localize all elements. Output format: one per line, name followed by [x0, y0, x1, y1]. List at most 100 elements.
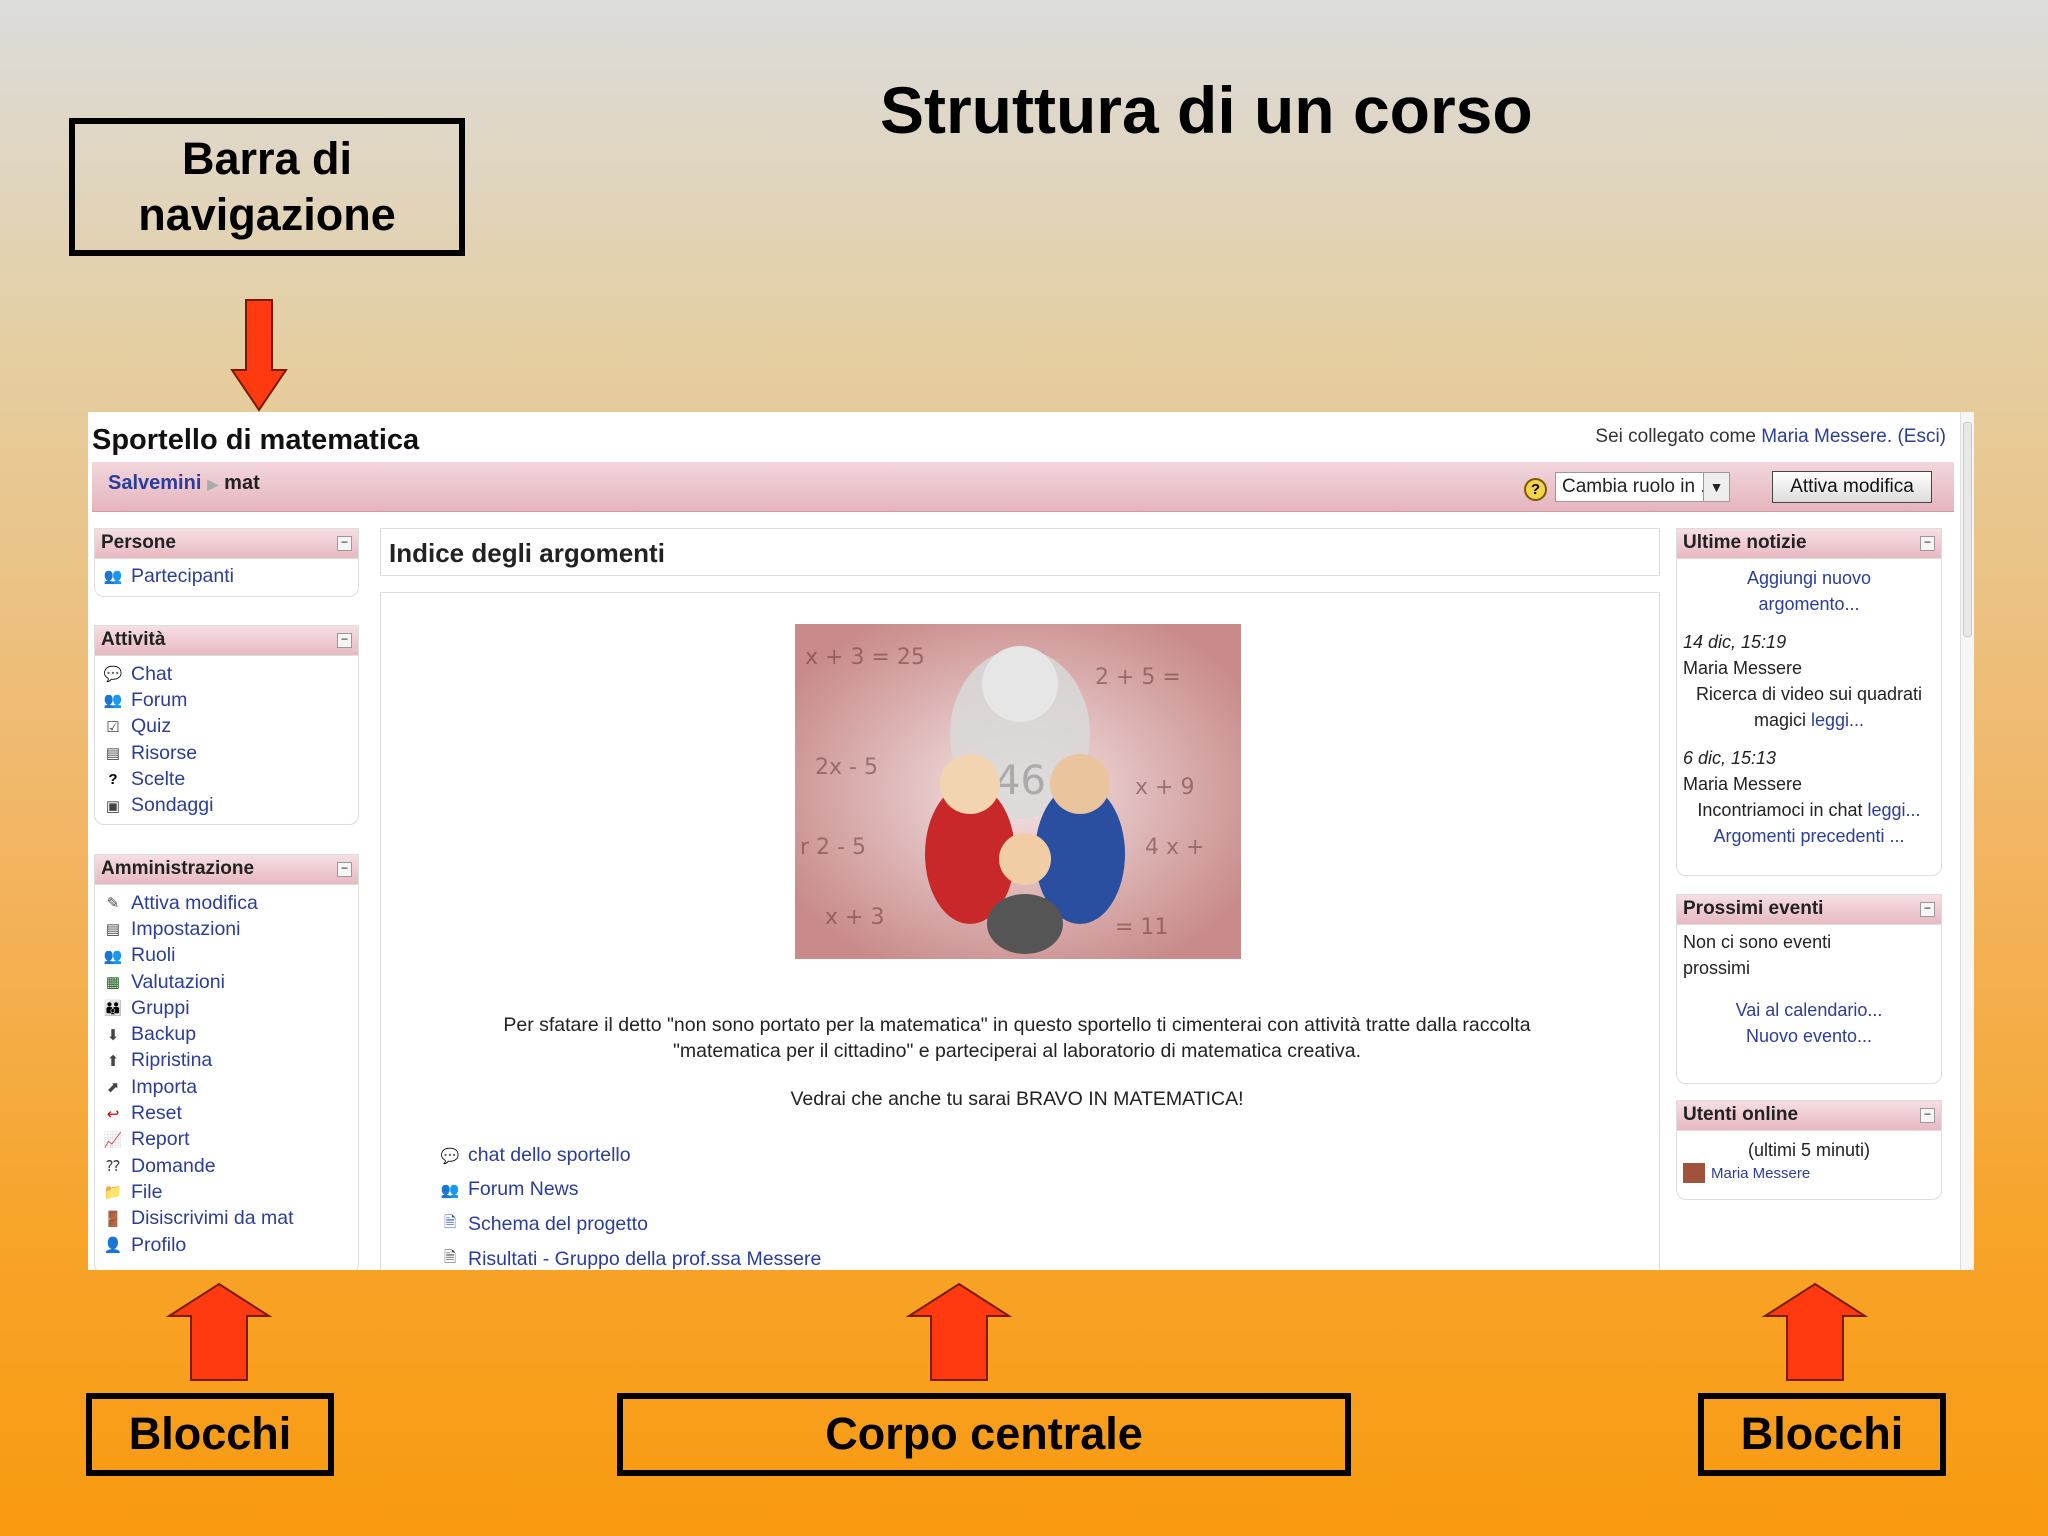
svg-text:2 + 5 =: 2 + 5 = — [1095, 665, 1181, 690]
collapse-icon[interactable]: − — [1920, 536, 1935, 551]
admin-item-importa[interactable]: ⬈ Importa — [95, 1074, 358, 1100]
read-more-link[interactable]: leggi... — [1811, 710, 1864, 730]
page-scrollbar[interactable] — [1960, 412, 1974, 1270]
course-banner-image: x + 3 = 25 2 + 5 = 2x - 5 x + 9 r 2 - 5 4 x… — [795, 624, 1241, 959]
collapse-icon[interactable]: − — [337, 862, 352, 877]
admin-item-gruppi[interactable]: 👪 Gruppi — [95, 995, 358, 1021]
breadcrumb: Salvemini ▶ mat — [108, 472, 260, 495]
login-prefix: Sei collegato come — [1595, 426, 1756, 447]
course-summary: Per sfatare il detto "non sono portato p… — [442, 1012, 1592, 1064]
topic-index-heading: Indice degli argomenti — [380, 528, 1660, 576]
role-select[interactable]: Cambia ruolo in ... ▼ — [1555, 472, 1730, 502]
block-persone: Persone − 👥 Partecipanti — [94, 528, 359, 597]
help-icon[interactable]: ? — [1524, 478, 1547, 501]
activity-item-chat[interactable]: 💬 Chat — [95, 661, 358, 687]
arrow-up-icon — [166, 1282, 272, 1381]
admin-item-impostazioni[interactable]: ▤ Impostazioni — [95, 916, 358, 942]
svg-text:r 2 - 5: r 2 - 5 — [800, 835, 866, 860]
svg-text:46: 46 — [995, 758, 1046, 804]
callout-navigation-bar: Barra di navigazione — [69, 118, 465, 256]
restore-icon: ⬆ — [106, 1052, 120, 1070]
resource-chat-sportello[interactable]: 💬 chat dello sportello — [440, 1144, 631, 1167]
online-user[interactable]: Maria Messere — [1677, 1163, 1941, 1183]
settings-icon: ▤ — [105, 921, 121, 939]
summary-tagline: Vedrai che anche tu sarai BRAVO IN MATEM… — [790, 1088, 1244, 1110]
grades-icon: ▦ — [105, 974, 121, 992]
activity-item-quiz[interactable]: ☑ Quiz — [95, 714, 358, 740]
results-icon: 🗎 — [443, 1249, 457, 1266]
report-icon: 📈 — [103, 1131, 123, 1149]
persone-list: 👥 Partecipanti — [95, 559, 358, 589]
chat-icon: 💬 — [103, 666, 123, 684]
admin-item-ripristina[interactable]: ⬆ Ripristina — [95, 1048, 358, 1074]
quiz-icon: ☑ — [106, 718, 120, 736]
chevron-down-icon[interactable]: ▼ — [1703, 473, 1729, 501]
new-event-link[interactable]: Nuovo evento... — [1746, 1026, 1872, 1046]
news-post-2: 6 dic, 15:13 Maria Messere Incontriamoci… — [1677, 745, 1941, 849]
admin-item-valutazioni[interactable]: ▦ Valutazioni — [95, 969, 358, 995]
events-links: Vai al calendario... Nuovo evento... — [1677, 997, 1941, 1049]
activity-item-forum[interactable]: 👥 Forum — [95, 687, 358, 713]
calendar-link[interactable]: Vai al calendario... — [1736, 1000, 1883, 1020]
collapse-icon[interactable]: − — [337, 536, 352, 551]
collapse-icon[interactable]: − — [1920, 902, 1935, 917]
block-attivita: Attività − 💬 Chat 👥 Forum ☑ Quiz ▤ Risorse ? S… — [94, 625, 359, 825]
slide-title: Struttura di un corso — [880, 73, 1533, 147]
svg-text:4 x +: 4 x + — [1145, 835, 1204, 860]
svg-text:x + 9: x + 9 — [1135, 775, 1194, 800]
questions-icon: ⁇ — [106, 1158, 120, 1176]
arrow-up-icon — [1762, 1282, 1868, 1381]
admin-item-report[interactable]: 📈 Report — [95, 1127, 358, 1153]
admin-item-backup[interactable]: ⬇ Backup — [95, 1021, 358, 1047]
admin-item-ruoli[interactable]: 👥 Ruoli — [95, 943, 358, 969]
callout-blocks-left: Blocchi — [86, 1393, 334, 1476]
read-more-link[interactable]: leggi... — [1868, 800, 1921, 820]
word-doc-icon: 🗎 — [443, 1214, 457, 1231]
admin-item-disiscrivimi[interactable]: 🚪 Disiscrivimi da mat — [95, 1206, 358, 1232]
activity-item-scelte[interactable]: ? Scelte — [95, 766, 358, 792]
svg-text:x + 3: x + 3 — [825, 905, 884, 930]
block-amministrazione: Amministrazione − ✎ Attiva modifica ▤ Impos… — [94, 854, 359, 1270]
resource-schema-progetto[interactable]: 🗎 Schema del progetto — [440, 1212, 648, 1237]
admin-item-file[interactable]: 📁 File — [95, 1179, 358, 1205]
resource-risultati[interactable]: 🗎 Risultati - Gruppo della prof.ssa Messe… — [440, 1247, 821, 1270]
block-header: Prossimi eventi − — [1677, 895, 1941, 925]
user-link[interactable]: Maria Messere — [1761, 426, 1887, 447]
callout-blocks-right: Blocchi — [1698, 1393, 1946, 1476]
turn-editing-on-button[interactable]: Attiva modifica — [1772, 471, 1932, 503]
admin-item-profilo[interactable]: 👤 Profilo — [95, 1232, 358, 1258]
activity-item-sondaggi[interactable]: ▣ Sondaggi — [95, 792, 358, 818]
scroll-thumb[interactable] — [1963, 422, 1972, 637]
news-post-author: Maria Messere — [1683, 658, 1803, 678]
collapse-icon[interactable]: − — [337, 633, 352, 648]
logout-link[interactable]: (Esci) — [1897, 426, 1946, 447]
block-header: Ultime notizie − — [1677, 529, 1941, 559]
news-post-date: 14 dic, 15:19 — [1683, 632, 1787, 652]
admin-item-attiva-modifica[interactable]: ✎ Attiva modifica — [95, 890, 358, 916]
collapse-icon[interactable]: − — [1920, 1108, 1935, 1123]
role-select-value: Cambia ruolo in ... — [1562, 476, 1717, 497]
admin-item-domande[interactable]: ⁇ Domande — [95, 1153, 358, 1179]
admin-item-reset[interactable]: ↩ Reset — [95, 1100, 358, 1126]
breadcrumb-home[interactable]: Salvemini — [108, 472, 201, 494]
svg-text:x + 3 = 25: x + 3 = 25 — [805, 645, 925, 670]
older-topics-link[interactable]: Argomenti precedenti ... — [1713, 826, 1904, 846]
summary-line-2: "matematica per il cittadino" e partecip… — [673, 1040, 1361, 1062]
resource-forum-news[interactable]: 👥 Forum News — [440, 1178, 579, 1201]
no-events-text: Non ci sono eventi prossimi — [1683, 932, 1832, 978]
navigation-bar: Salvemini ▶ mat ? Cambia ruolo in ... ▼ Att… — [92, 462, 1954, 512]
block-prossimi-eventi: Prossimi eventi − Non ci sono eventi pros… — [1676, 894, 1942, 1084]
resource-icon: ▤ — [105, 745, 121, 763]
block-utenti-online: Utenti online − (ultimi 5 minuti) Maria M… — [1676, 1100, 1942, 1200]
svg-text:= 11: = 11 — [1115, 915, 1168, 940]
news-post-text: Ricerca di video sui quadrati — [1695, 684, 1923, 704]
sidebar-item-partecipanti[interactable]: 👥 Partecipanti — [95, 563, 358, 589]
add-topic-link[interactable]: Aggiungi nuovo argomento... — [1677, 559, 1941, 617]
online-range: (ultimi 5 minuti) — [1747, 1140, 1871, 1160]
breadcrumb-current: mat — [224, 472, 260, 494]
participants-icon: 👥 — [103, 568, 123, 586]
import-icon: ⬈ — [106, 1079, 120, 1097]
survey-icon: ▣ — [105, 797, 121, 815]
activity-item-risorse[interactable]: ▤ Risorse — [95, 740, 358, 766]
arrow-down-icon — [230, 299, 288, 412]
